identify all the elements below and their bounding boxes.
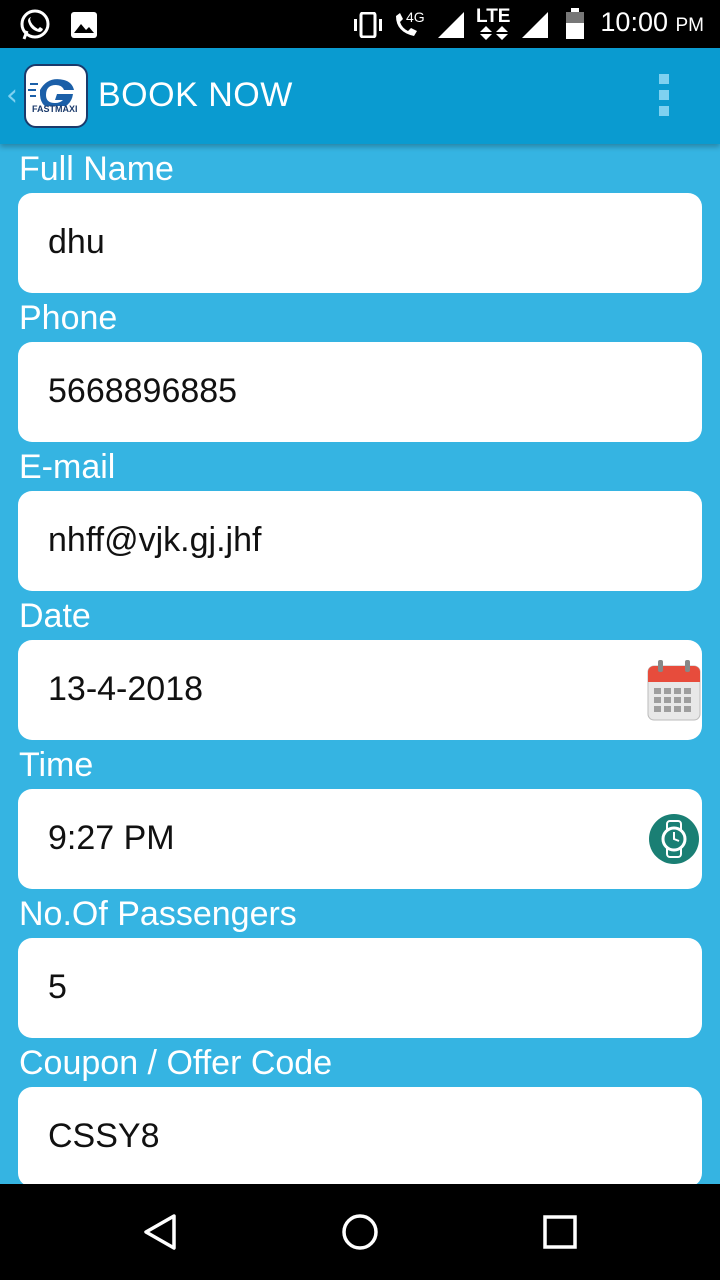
full-name-label: Full Name (19, 150, 174, 188)
date-label: Date (19, 597, 91, 635)
home-nav-icon[interactable] (340, 1212, 380, 1252)
email-field[interactable]: nhff@vjk.gj.jhf (18, 491, 702, 591)
battery-icon (566, 8, 584, 39)
phone-value: 5668896885 (48, 372, 238, 410)
logo-graphic (28, 79, 80, 115)
passengers-value: 5 (48, 968, 67, 1006)
email-value: nhff@vjk.gj.jhf (48, 521, 262, 559)
signal-icon (438, 12, 464, 38)
navigation-bar (0, 1184, 720, 1280)
network-type-label: 4G (406, 9, 425, 25)
time-label: Time (19, 746, 94, 784)
app-logo[interactable]: FASTMAXI (24, 64, 88, 128)
vibrate-icon (354, 12, 382, 38)
date-field[interactable]: 13-4-2018 (18, 640, 702, 740)
logo-text: FASTMAXI (32, 104, 78, 114)
data-arrows-icon (480, 26, 508, 40)
passengers-field[interactable]: 5 (18, 938, 702, 1038)
passengers-label: No.Of Passengers (19, 895, 297, 933)
whatsapp-icon (20, 9, 50, 40)
coupon-label: Coupon / Offer Code (19, 1044, 333, 1082)
calendar-icon[interactable] (646, 658, 702, 722)
email-label: E-mail (19, 448, 116, 486)
lte-label: LTE (476, 6, 511, 27)
overflow-menu-icon[interactable] (652, 74, 676, 120)
status-bar: 4G LTE 10:00 PM (0, 0, 720, 48)
app-bar: ‹ FASTMAXI BOOK NOW (0, 48, 720, 144)
watch-icon[interactable] (648, 813, 700, 865)
signal-icon-2 (522, 12, 548, 38)
coupon-field[interactable]: CSSY8 (18, 1087, 702, 1187)
gallery-icon (71, 12, 97, 38)
phone-label: Phone (19, 299, 118, 337)
time-field[interactable]: 9:27 PM (18, 789, 702, 889)
coupon-value: CSSY8 (48, 1117, 160, 1155)
phone-field[interactable]: 5668896885 (18, 342, 702, 442)
date-value: 13-4-2018 (48, 670, 204, 708)
page-title: BOOK NOW (98, 76, 293, 114)
full-name-field[interactable]: dhu (18, 193, 702, 293)
back-nav-icon[interactable] (140, 1212, 180, 1252)
full-name-value: dhu (48, 223, 105, 261)
time-text: 10:00 (600, 7, 668, 37)
status-time: 10:00 PM (600, 7, 704, 38)
ampm-text: PM (675, 15, 705, 36)
recents-nav-icon[interactable] (542, 1212, 578, 1252)
time-value: 9:27 PM (48, 819, 175, 857)
back-chevron-icon[interactable]: ‹ (6, 78, 18, 113)
